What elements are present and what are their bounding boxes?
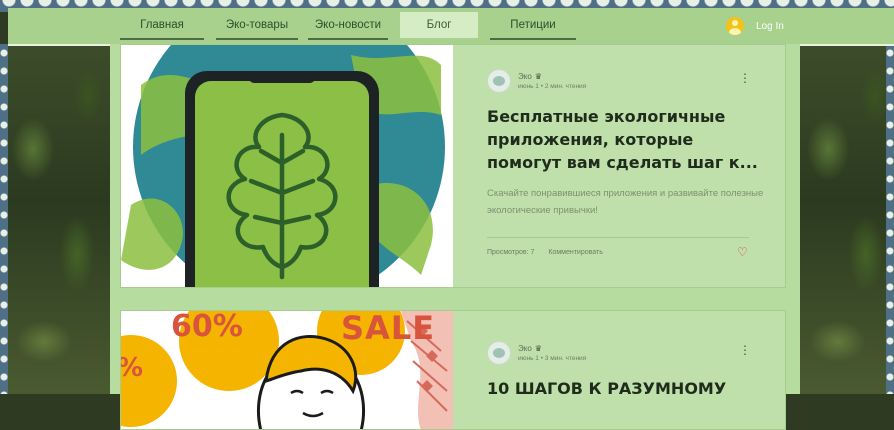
blog-feed: Эко ♛ июнь 1 • 2 мин. чтения ⋮ Бесплатны…	[110, 44, 800, 430]
post-author: Эко ♛ июнь 1 • 3 мин. чтения	[487, 341, 586, 365]
login-button[interactable]: Log In	[726, 14, 784, 38]
comment-link[interactable]: Комментировать	[548, 249, 603, 256]
image-text-percent: %	[121, 353, 143, 383]
author-name-row: Эко ♛	[518, 344, 586, 353]
author-name[interactable]: Эко	[518, 72, 532, 81]
post-content: Эко ♛ июнь 1 • 2 мин. чтения ⋮ Бесплатны…	[453, 45, 785, 287]
post-date: июнь 1	[518, 83, 539, 90]
forest-background-left	[0, 44, 110, 394]
post-title[interactable]: 10 ШАГОВ К РАЗУМНОМУ	[487, 377, 767, 400]
phone-leaf-illustration	[121, 45, 453, 287]
post-divider	[487, 237, 749, 238]
crown-icon: ♛	[534, 72, 542, 81]
nav-item-home[interactable]: Главная	[120, 12, 204, 40]
post-image: 60% SALE %	[121, 311, 453, 429]
post-excerpt: Скачайте понравившиеся приложения и разв…	[487, 188, 764, 216]
post-image	[121, 45, 453, 287]
read-time: 2 мин. чтения	[544, 83, 587, 90]
crown-icon: ♛	[534, 344, 542, 353]
more-vertical-icon[interactable]: ⋮	[739, 343, 751, 357]
post-title[interactable]: Бесплатные экологичные приложения, котор…	[487, 105, 767, 174]
image-text-60: 60%	[171, 311, 243, 344]
image-text-sale: SALE	[341, 311, 436, 347]
read-time: 3 мин. чтения	[544, 355, 587, 362]
more-vertical-icon[interactable]: ⋮	[739, 71, 751, 85]
post-stats: Просмотров: 7 Комментировать	[487, 249, 603, 256]
view-count: Просмотров: 7	[487, 249, 535, 256]
nav-item-blog[interactable]: Блог	[400, 12, 478, 40]
nav-item-eco-goods[interactable]: Эко-товары	[216, 12, 298, 40]
login-label: Log In	[756, 20, 784, 32]
author-avatar[interactable]	[487, 341, 511, 365]
post-content: Эко ♛ июнь 1 • 3 мин. чтения ⋮ 10 ШАГОВ …	[453, 311, 785, 429]
post-date: июнь 1	[518, 355, 539, 362]
user-circle-icon	[726, 17, 744, 35]
post-card[interactable]: 60% SALE % Эко ♛ июнь 1 • 3 мин. чтения	[120, 310, 786, 430]
post-meta: июнь 1 • 3 мин. чтения	[518, 355, 587, 362]
heart-icon[interactable]: ♡	[737, 245, 748, 259]
post-meta: июнь 1 • 2 мин. чтения	[518, 83, 587, 90]
nav-item-eco-news[interactable]: Эко-новости	[308, 12, 388, 40]
post-card[interactable]: Эко ♛ июнь 1 • 2 мин. чтения ⋮ Бесплатны…	[120, 44, 786, 288]
forest-background-right	[800, 44, 894, 394]
author-name[interactable]: Эко	[518, 344, 532, 353]
author-avatar[interactable]	[487, 69, 511, 93]
top-navigation: Главная Эко-товары Эко-новости Блог Пети…	[8, 8, 894, 46]
nav-item-petitions[interactable]: Петиции	[490, 12, 576, 40]
post-author: Эко ♛ июнь 1 • 2 мин. чтения	[487, 69, 586, 93]
author-name-row: Эко ♛	[518, 72, 586, 81]
